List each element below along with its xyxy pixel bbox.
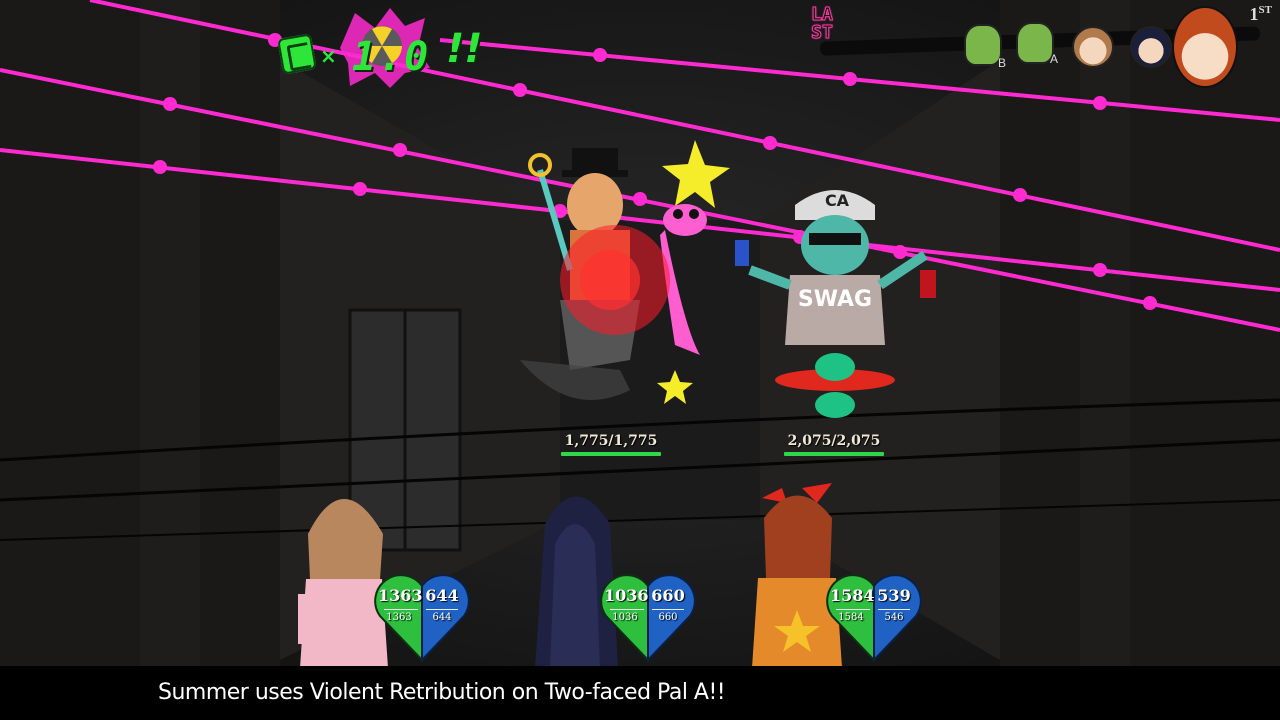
combo-icon <box>277 33 317 75</box>
enemy-b-hp-text: 2,075/2,075 <box>787 433 881 449</box>
turn-rank: 1ST <box>1250 4 1272 25</box>
hp-divider <box>384 609 418 610</box>
party-2-max-mp: 660 <box>658 612 678 623</box>
enemy-a-hp: 1,775/1,775 <box>561 433 661 456</box>
enemy-a-hp-bar <box>561 452 661 456</box>
combo-value: 1.0 <box>352 34 431 80</box>
party-3-mp: 539 <box>877 586 911 605</box>
turn-tag-b: B <box>998 56 1007 70</box>
enemy-swag-zombie[interactable]: CA SWAG <box>735 175 955 425</box>
party-member-1-portrait <box>1072 26 1114 68</box>
party-2-status-heart: 1036 660 1036 660 <box>600 572 696 662</box>
cupcake-enemy-b-portrait <box>964 24 1002 66</box>
combo-bang: !! <box>446 26 483 72</box>
party-3-status-heart: 1584 539 1584 546 <box>826 572 922 662</box>
turn-order-bar: B A 1ST <box>819 0 1280 100</box>
party-3-hp: 1584 <box>830 586 875 605</box>
cupcake-enemy-a-portrait <box>1016 22 1054 64</box>
shirt-text: SWAG <box>797 287 873 312</box>
party-2-max-hp: 1036 <box>612 612 638 623</box>
party-1-hp: 1363 <box>378 586 423 605</box>
turn-rank-number: 1 <box>1249 4 1259 24</box>
hp-divider <box>836 609 870 610</box>
cap-text: CA <box>824 191 850 210</box>
combo-x-label: × <box>320 44 337 68</box>
turn-rank-suffix: ST <box>1258 4 1272 16</box>
party-3-max-hp: 1584 <box>838 612 864 623</box>
party-2-hp: 1036 <box>604 586 649 605</box>
mp-divider <box>426 609 458 610</box>
party-member-2-portrait <box>1130 26 1172 68</box>
party-1-mp: 644 <box>425 586 459 605</box>
party-2-mp: 660 <box>651 586 685 605</box>
hp-divider <box>610 609 644 610</box>
enemy-b-hp: 2,075/2,075 <box>784 433 884 456</box>
party-3-max-mp: 546 <box>884 612 904 623</box>
enemy-a-hp-text: 1,775/1,775 <box>564 433 658 449</box>
summer-portrait <box>1172 6 1238 88</box>
mp-divider <box>878 609 910 610</box>
party-1-max-hp: 1363 <box>386 612 412 623</box>
battle-message-box[interactable]: Summer uses Violent Retribution on Two-f… <box>0 666 1280 720</box>
party-1-max-mp: 644 <box>432 612 452 623</box>
mp-divider <box>652 609 684 610</box>
enemy-two-faced-pal[interactable] <box>500 130 730 440</box>
combo-multiplier: × 1.0 !! <box>270 8 490 88</box>
enemy-b-hp-bar <box>784 452 884 456</box>
party-1-status-heart: 1363 644 1363 644 <box>374 572 470 662</box>
turn-order-last-label: LAST <box>811 4 834 43</box>
turn-tag-a: A <box>1050 52 1059 66</box>
battle-message-text: Summer uses Violent Retribution on Two-f… <box>158 680 726 705</box>
